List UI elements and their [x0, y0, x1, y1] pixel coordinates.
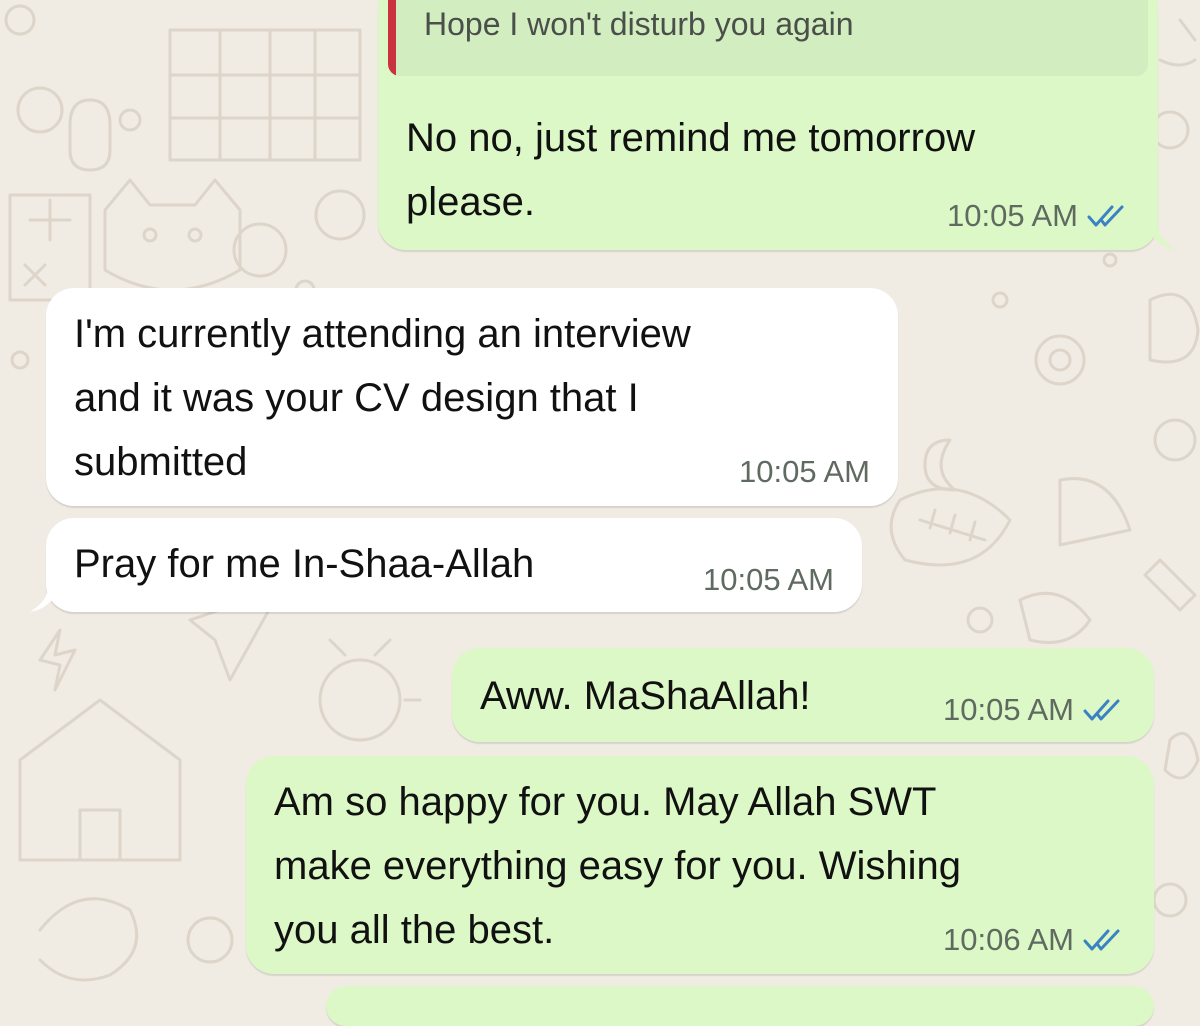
message-timestamp: 10:05 AM: [947, 198, 1078, 233]
message-text: No no, just remind me tomorrow please.: [406, 116, 976, 224]
message-timestamp: 10:05 AM: [943, 692, 1074, 727]
message-meta: 10:05 AM: [943, 692, 1126, 728]
incoming-bubble-tail: [30, 588, 58, 612]
outgoing-message-bubble[interactable]: Aww. MaShaAllah! 10:05 AM: [452, 648, 1154, 742]
double-check-icon: [1082, 697, 1126, 723]
message-text: I'm currently attending an interview and…: [74, 312, 691, 484]
double-check-icon: [1082, 927, 1126, 953]
message-meta: 10:05 AM: [703, 562, 834, 598]
quoted-reply[interactable]: Hope I won't disturb you again: [388, 0, 1148, 76]
quoted-message-text: Hope I won't disturb you again: [424, 6, 854, 42]
incoming-message-bubble[interactable]: I'm currently attending an interview and…: [46, 288, 898, 506]
outgoing-bubble-tail: [1148, 226, 1176, 250]
message-timestamp: 10:05 AM: [739, 454, 870, 489]
message-timestamp: 10:05 AM: [703, 562, 834, 597]
message-timestamp: 10:06 AM: [943, 922, 1074, 957]
outgoing-message-bubble-partial[interactable]: [326, 986, 1154, 1026]
outgoing-message-bubble[interactable]: Hope I won't disturb you again No no, ju…: [378, 0, 1158, 250]
quote-accent-bar: [388, 0, 396, 76]
message-meta: 10:05 AM: [947, 198, 1130, 234]
double-check-icon: [1086, 203, 1130, 229]
message-text: Am so happy for you. May Allah SWT make …: [274, 780, 961, 952]
message-meta: 10:05 AM: [739, 454, 870, 490]
incoming-message-bubble[interactable]: Pray for me In-Shaa-Allah 10:05 AM: [46, 518, 862, 612]
message-meta: 10:06 AM: [943, 922, 1126, 958]
message-text: Pray for me In-Shaa-Allah: [74, 542, 535, 586]
message-text: Aww. MaShaAllah!: [480, 674, 811, 718]
outgoing-message-bubble[interactable]: Am so happy for you. May Allah SWT make …: [246, 756, 1154, 974]
